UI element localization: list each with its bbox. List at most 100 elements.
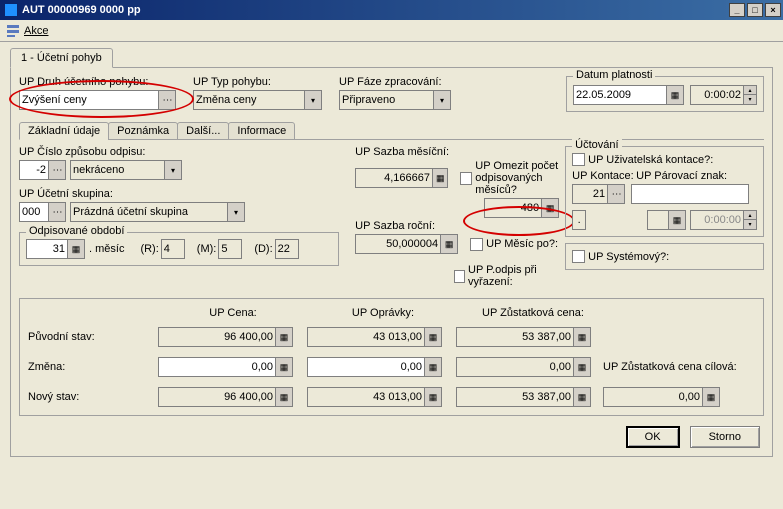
- tab-dalsi[interactable]: Další...: [177, 122, 229, 140]
- row-label-zmena: Změna:: [28, 361, 158, 373]
- puvodni-cena: 96 400,00: [158, 327, 276, 347]
- kontace-input[interactable]: 21: [572, 184, 608, 204]
- tab-ucetni-pohyb[interactable]: 1 - Účetní pohyb: [10, 48, 113, 68]
- sazba-roc-label: UP Sazba roční:: [355, 220, 565, 232]
- puvodni-opr-btn[interactable]: [425, 327, 442, 347]
- time-spinner[interactable]: ▴▾: [744, 85, 757, 105]
- odpis-mesic-lbl: . měsíc: [89, 243, 124, 255]
- storno-button[interactable]: Storno: [690, 426, 760, 448]
- m-lbl: (M):: [197, 243, 217, 255]
- novy-zust: 53 387,00: [456, 387, 574, 407]
- podpis-label: UP P.odpis při vyřazení:: [468, 264, 565, 288]
- hdr-cena: UP Cena:: [158, 307, 308, 319]
- novy-opr-btn[interactable]: [425, 387, 442, 407]
- puvodni-cena-btn[interactable]: [276, 327, 293, 347]
- time-input[interactable]: 0:00:02: [690, 85, 744, 105]
- zmena-zust-btn[interactable]: [574, 357, 591, 377]
- uziv-kontace-label: UP Uživatelská kontace?:: [588, 154, 713, 166]
- sazba-mes-input: 4,166667: [355, 168, 433, 188]
- kontace-label: UP Kontace:: [572, 170, 636, 182]
- group-uctovani: Účtování UP Uživatelská kontace?: UP Kon…: [565, 146, 764, 237]
- novy-cena-btn[interactable]: [276, 387, 293, 407]
- datum-calendar-button[interactable]: [667, 85, 684, 105]
- kontace-lookup-button[interactable]: [608, 184, 625, 204]
- faze-label: UP Fáze zpracování:: [339, 76, 479, 88]
- systemovy-checkbox[interactable]: [572, 250, 585, 263]
- zmena-cena-btn[interactable]: [276, 357, 293, 377]
- cislo-lookup-button[interactable]: [49, 160, 66, 180]
- novy-cena: 96 400,00: [158, 387, 276, 407]
- maximize-button[interactable]: □: [747, 3, 763, 17]
- cislo-code-input[interactable]: -2: [19, 160, 49, 180]
- m-input: 5: [218, 239, 242, 259]
- omezit-btn[interactable]: [542, 198, 559, 218]
- cilova-value: 0,00: [603, 387, 703, 407]
- zmena-opr[interactable]: 0,00: [307, 357, 425, 377]
- hdr-opravky: UP Oprávky:: [308, 307, 458, 319]
- tab-zakladni-udaje[interactable]: Základní údaje: [19, 122, 109, 140]
- ucet-code-input[interactable]: 000: [19, 202, 49, 222]
- d-input: 22: [275, 239, 299, 259]
- r-input: 4: [161, 239, 185, 259]
- novy-opr: 43 013,00: [307, 387, 425, 407]
- ok-button[interactable]: OK: [626, 426, 680, 448]
- group-values-table: UP Cena: UP Oprávky: UP Zůstatková cena:…: [19, 298, 764, 416]
- cislo-dropdown-button[interactable]: [165, 160, 182, 180]
- odpis-cal-button[interactable]: [68, 239, 85, 259]
- faze-dropdown-button[interactable]: [434, 90, 451, 110]
- parov-label: UP Párovací znak:: [636, 170, 727, 182]
- time2-input: 0:00:00: [690, 210, 744, 230]
- ucet-text: Prázdná účetní skupina: [70, 202, 228, 222]
- hdr-zust: UP Zůstatková cena:: [458, 307, 608, 319]
- faze-select[interactable]: Připraveno: [339, 90, 434, 110]
- mesic-po-checkbox[interactable]: [470, 238, 483, 251]
- typ-label: UP Typ pohybu:: [193, 76, 333, 88]
- uctovani-legend: Účtování: [572, 139, 621, 151]
- uziv-kontace-checkbox[interactable]: [572, 153, 585, 166]
- zmena-cena[interactable]: 0,00: [158, 357, 276, 377]
- menubar: Akce: [0, 20, 783, 42]
- group-odpisovane-obdobi: Odpisované období 31 . měsíc (R): 4 (M):…: [19, 232, 339, 266]
- dot-input: .: [572, 210, 586, 230]
- zmena-zust: 0,00: [456, 357, 574, 377]
- minimize-button[interactable]: _: [729, 3, 745, 17]
- omezit-label: UP Omezit počet odpisovaných měsíců?: [475, 160, 565, 196]
- puvodni-opr: 43 013,00: [307, 327, 425, 347]
- puvodni-zust-btn[interactable]: [574, 327, 591, 347]
- druh-input[interactable]: Zvýšení ceny: [19, 90, 159, 110]
- druh-label: UP Druh účetního pohybu:: [19, 76, 185, 88]
- tab-poznamka[interactable]: Poznámka: [108, 122, 178, 140]
- tab-informace[interactable]: Informace: [228, 122, 295, 140]
- datum-input[interactable]: 22.05.2009: [573, 85, 667, 105]
- odpis-legend: Odpisované období: [26, 225, 127, 237]
- typ-dropdown-button[interactable]: [305, 90, 322, 110]
- typ-select[interactable]: Změna ceny: [193, 90, 305, 110]
- zmena-opr-btn[interactable]: [425, 357, 442, 377]
- main-panel: UP Druh účetního pohybu: Zvýšení ceny UP…: [10, 67, 773, 457]
- aux-cal-button[interactable]: [669, 210, 686, 230]
- d-lbl: (D):: [254, 243, 272, 255]
- datum-legend: Datum platnosti: [573, 69, 655, 81]
- novy-zust-btn[interactable]: [574, 387, 591, 407]
- sazba-mes-btn[interactable]: [433, 168, 448, 188]
- ucet-dropdown-button[interactable]: [228, 202, 245, 222]
- omezit-value: 480: [484, 198, 542, 218]
- cilova-btn[interactable]: [703, 387, 720, 407]
- row-label-novy: Nový stav:: [28, 391, 158, 403]
- menu-akce[interactable]: Akce: [24, 25, 48, 37]
- close-button[interactable]: ×: [765, 3, 781, 17]
- window-title: AUT 00000969 0000 pp: [22, 4, 141, 16]
- puvodni-zust: 53 387,00: [456, 327, 574, 347]
- druh-lookup-button[interactable]: [159, 90, 176, 110]
- ucet-lookup-button[interactable]: [49, 202, 66, 222]
- r-lbl: (R):: [140, 243, 158, 255]
- sazba-roc-btn[interactable]: [441, 234, 458, 254]
- group-systemovy: UP Systémový?:: [565, 243, 764, 270]
- action-icon: [6, 24, 20, 38]
- time2-spinner[interactable]: ▴▾: [744, 210, 757, 230]
- odpis-mesic-input[interactable]: 31: [26, 239, 68, 259]
- omezit-checkbox[interactable]: [460, 172, 472, 185]
- podpis-checkbox[interactable]: [454, 270, 465, 283]
- parov-input[interactable]: [631, 184, 749, 204]
- cislo-label: UP Číslo způsobu odpisu:: [19, 146, 145, 158]
